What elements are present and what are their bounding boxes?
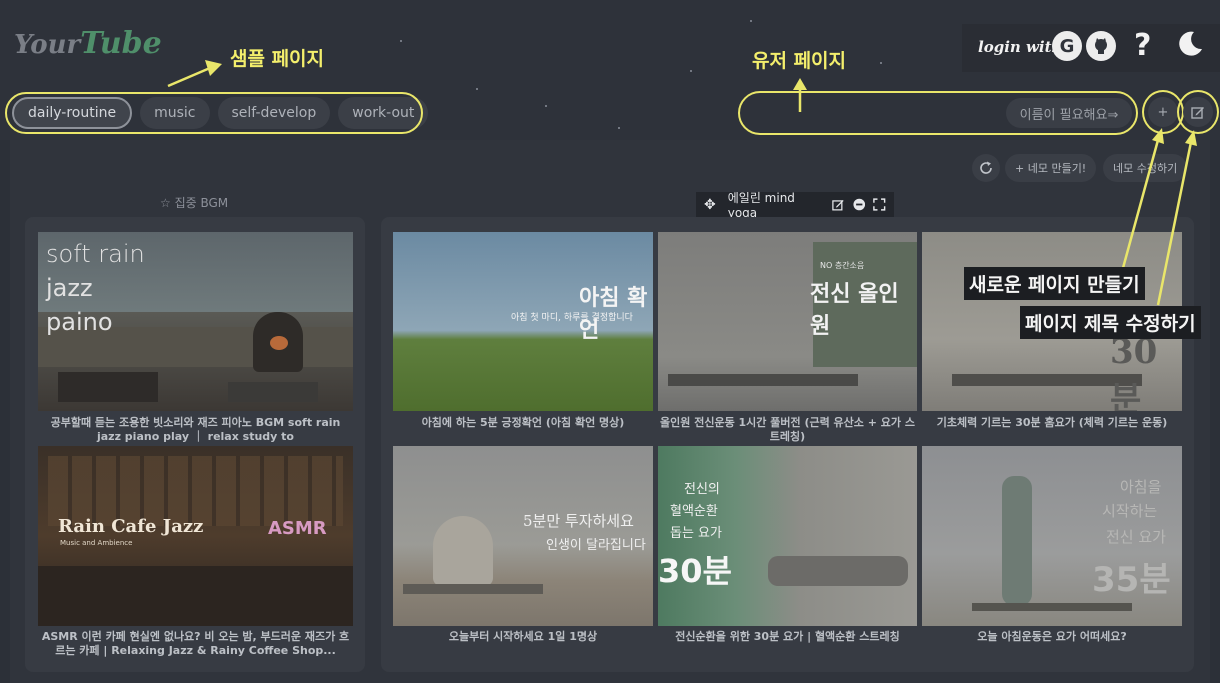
thumbnail-text: 35분: [1092, 560, 1171, 600]
thumbnail-text: 인생이 달라집니다: [546, 538, 646, 553]
thumbnail-text: NO 층간소음: [820, 261, 865, 270]
make-nemo-button[interactable]: + 네모 만들기!: [1005, 154, 1097, 182]
left-panel-title: ☆ 집중 BGM: [160, 194, 228, 211]
minus-circle-icon[interactable]: [853, 198, 866, 211]
edit-title-annotation: 페이지 제목 수정하기: [1020, 306, 1201, 339]
help-icon[interactable]: ?: [1134, 28, 1151, 63]
thumbnail-text: 아침을: [1120, 478, 1162, 496]
thumbnail-text: 30분: [1110, 332, 1158, 411]
left-panel-title-text: 집중 BGM: [174, 196, 229, 210]
video-card[interactable]: 5분만 투자하세요 인생이 달라집니다 오늘부터 시작하세요 1일 1명상: [393, 446, 653, 651]
move-icon[interactable]: ✥: [704, 197, 716, 213]
thumbnail-text: 아침 첫 마디, 하루를 결정합니다: [511, 313, 633, 323]
login-label: login with: [978, 38, 1063, 56]
thumbnail-text: 전신의: [684, 482, 720, 497]
video-thumbnail[interactable]: 전신의 혈액순환 돕는 요가 30분: [658, 446, 917, 626]
video-thumbnail[interactable]: Rain Cafe Jazz Music and Ambience ASMR: [38, 446, 353, 626]
user-page-annotation: 유저 페이지: [752, 50, 847, 72]
video-title[interactable]: ASMR 이런 카페 현실엔 없나요? 비 오는 밤, 부드러운 재즈가 흐르는…: [38, 630, 353, 658]
video-title[interactable]: 아침에 하는 5분 긍정확언 (아침 확언 명상): [393, 416, 653, 430]
video-thumbnail[interactable]: 5분만 투자하세요 인생이 달라집니다: [393, 446, 653, 626]
moon-icon[interactable]: [1176, 30, 1204, 62]
thumbnail-text: soft rain: [46, 240, 145, 268]
app-logo[interactable]: YourTube: [14, 26, 162, 61]
thumbnail-text: 전신 요가: [1106, 528, 1166, 546]
google-glyph: G: [1059, 35, 1075, 57]
edit-icon[interactable]: [832, 198, 845, 211]
edit-title-highlight: [1177, 90, 1219, 134]
video-title[interactable]: 오늘부터 시작하세요 1일 1명상: [393, 630, 653, 644]
video-title[interactable]: 전신순환을 위한 30분 요가 | 혈액순환 스트레칭: [658, 630, 917, 644]
video-card[interactable]: Rain Cafe Jazz Music and Ambience ASMR A…: [38, 446, 353, 661]
star-icon: ☆: [160, 196, 171, 210]
refresh-button[interactable]: [972, 154, 1000, 182]
github-login-icon[interactable]: [1086, 31, 1116, 61]
refresh-icon: [980, 161, 992, 174]
video-card[interactable]: 아침을 시작하는 전신 요가 35분 오늘 아침운동은 요가 어떠세요?: [922, 446, 1182, 651]
thumbnail-text: 혈액순환: [670, 504, 718, 519]
github-glyph: [1095, 38, 1107, 54]
video-title[interactable]: 오늘 아침운동은 요가 어떠세요?: [922, 630, 1182, 644]
video-card[interactable]: 아침 확언 아침 첫 마디, 하루를 결정합니다 아침에 하는 5분 긍정확언 …: [393, 232, 653, 437]
video-title[interactable]: 기초체력 기르는 30분 홈요가 (체력 기르는 운동): [922, 416, 1182, 430]
logo-text-tube: Tube: [80, 26, 162, 61]
video-card[interactable]: soft rain jazz paino 공부할때 듣는 조용한 빗소리와 재즈…: [38, 232, 353, 444]
video-title[interactable]: 올인원 전신운동 1시간 풀버전 (근력 유산소 + 요가 스트레칭): [658, 416, 917, 444]
logo-text-your: Your: [14, 30, 81, 60]
new-page-annotation: 새로운 페이지 만들기: [964, 267, 1145, 300]
video-card[interactable]: NO 층간소음 전신 올인원 올인원 전신운동 1시간 풀버전 (근력 유산소 …: [658, 232, 917, 444]
right-panel-title-text: 에일린 mind yoga: [727, 191, 795, 220]
sample-tabs-highlight: [5, 92, 423, 134]
thumbnail-text: paino: [46, 308, 113, 336]
video-thumbnail[interactable]: soft rain jazz paino: [38, 232, 353, 411]
right-panel-title-bar: ✥ 에일린 mind yoga: [696, 191, 894, 220]
video-thumbnail[interactable]: 아침 확언 아침 첫 마디, 하루를 결정합니다: [393, 232, 653, 411]
thumbnail-text: jazz: [46, 274, 93, 302]
google-login-icon[interactable]: G: [1052, 31, 1082, 61]
video-card[interactable]: 전신의 혈액순환 돕는 요가 30분 전신순환을 위한 30분 요가 | 혈액순…: [658, 446, 917, 651]
thumbnail-text: 돕는 요가: [670, 526, 722, 541]
video-thumbnail[interactable]: NO 층간소음 전신 올인원: [658, 232, 917, 411]
video-title[interactable]: 공부할때 듣는 조용한 빗소리와 재즈 피아노 BGM soft rain ja…: [38, 416, 353, 444]
user-page-highlight: [738, 91, 1138, 135]
thumbnail-text: 5분만 투자하세요: [523, 512, 634, 530]
fullscreen-icon[interactable]: [873, 198, 886, 211]
thumbnail-text: 시작하는: [1102, 502, 1158, 520]
sample-page-annotation: 샘플 페이지: [230, 48, 325, 70]
edit-nemo-button[interactable]: 네모 수정하기: [1103, 154, 1188, 182]
thumbnail-text: Rain Cafe Jazz: [58, 516, 204, 537]
thumbnail-text: 30분: [658, 552, 732, 590]
thumbnail-text: 전신 올인원: [810, 282, 899, 339]
thumbnail-text: Music and Ambience: [60, 539, 133, 547]
thumbnail-text: ASMR: [268, 518, 327, 539]
video-thumbnail[interactable]: 아침을 시작하는 전신 요가 35분: [922, 446, 1182, 626]
